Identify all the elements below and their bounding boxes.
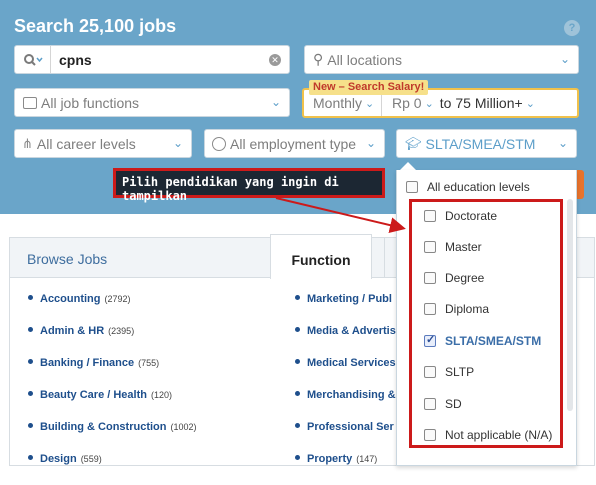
graduation-cap-icon: 🎓︎: [405, 135, 422, 151]
job-count: (559): [80, 454, 102, 464]
bullet-icon: [295, 423, 300, 428]
location-select[interactable]: ⚲ All locations ⌄: [304, 45, 579, 74]
list-item[interactable]: Admin & HR (2395): [28, 325, 197, 357]
job-count: (755): [138, 358, 160, 368]
function-link[interactable]: Admin & HR: [40, 325, 104, 337]
salary-from-label: Rp 0: [392, 95, 422, 111]
option-label: All education levels: [427, 180, 530, 194]
bullet-icon: [295, 327, 300, 332]
annotation-callout: Pilih pendidikan yang ingin di tampilkan: [113, 168, 385, 203]
function-link[interactable]: Building & Construction: [40, 421, 166, 433]
list-item[interactable]: Medical Services: [295, 357, 400, 389]
list-item[interactable]: Merchandising &: [295, 389, 400, 421]
annotation-highlight-box: [409, 199, 563, 448]
list-item[interactable]: Media & Advertis: [295, 325, 400, 357]
function-link[interactable]: Professional Ser: [307, 421, 394, 433]
job-count: (120): [150, 390, 172, 400]
function-link[interactable]: Accounting: [40, 293, 101, 305]
chevron-down-icon: ⌄: [365, 97, 375, 110]
career-level-placeholder: All career levels: [36, 135, 136, 152]
clear-icon[interactable]: ✕: [269, 54, 281, 66]
tab-function[interactable]: Function: [270, 234, 372, 279]
job-function-placeholder: All job functions: [41, 94, 140, 111]
bullet-icon: [295, 359, 300, 364]
chevron-down-icon: ⌄: [365, 136, 376, 150]
all-education-option[interactable]: All education levels: [406, 180, 530, 194]
clock-icon: [212, 136, 226, 151]
bullet-icon: [295, 295, 300, 300]
function-link[interactable]: Medical Services: [307, 357, 396, 369]
help-icon[interactable]: ?: [564, 20, 580, 36]
checkbox[interactable]: [406, 181, 418, 193]
list-item[interactable]: Accounting (2792): [28, 293, 197, 325]
new-salary-badge: New – Search Salary!: [309, 80, 429, 95]
dropdown-scrollbar[interactable]: [567, 199, 573, 411]
function-link[interactable]: Marketing / Publ: [307, 293, 392, 305]
browse-jobs-title: Browse Jobs: [27, 251, 108, 267]
search-icon[interactable]: [15, 46, 51, 73]
dropdown-caret: [400, 162, 416, 170]
salary-period-label: Monthly: [313, 95, 363, 111]
chevron-down-icon: ⌄: [557, 136, 568, 150]
chevron-down-icon: ⌄: [424, 97, 434, 110]
bullet-icon: [295, 455, 300, 460]
chevron-down-icon: ⌄: [172, 136, 183, 150]
list-item[interactable]: Marketing / Publ: [295, 293, 400, 325]
function-link[interactable]: Design: [40, 453, 77, 465]
bullet-icon: [295, 391, 300, 396]
education-level-select[interactable]: 🎓︎ SLTA/SMEA/STM ⌄: [396, 129, 577, 158]
employment-type-select[interactable]: All employment type ⌄: [204, 129, 385, 158]
career-level-select[interactable]: ⋔ All career levels ⌄: [14, 129, 192, 158]
job-count: (2395): [108, 326, 135, 336]
keyword-search-field[interactable]: cpns ✕: [14, 45, 290, 74]
function-list-right: Marketing / Publ Media & Advertis Medica…: [295, 293, 400, 485]
list-item[interactable]: Beauty Care / Health (120): [28, 389, 197, 421]
bullet-icon: [28, 455, 33, 460]
salary-to-select[interactable]: to 75 Million+ ⌄: [440, 90, 535, 116]
education-selected-label: SLTA/SMEA/STM: [425, 135, 536, 152]
list-icon: [23, 96, 37, 109]
employment-type-placeholder: All employment type: [230, 135, 357, 152]
list-item[interactable]: Building & Construction (1002): [28, 421, 197, 453]
function-link[interactable]: Media & Advertis: [307, 325, 396, 337]
function-link[interactable]: Merchandising &: [307, 389, 396, 401]
list-item[interactable]: Professional Ser: [295, 421, 400, 453]
hierarchy-icon: ⋔: [22, 135, 33, 151]
chevron-down-icon: ⌄: [270, 95, 281, 109]
location-pin-icon: ⚲: [313, 51, 324, 67]
bullet-icon: [28, 359, 33, 364]
keyword-input[interactable]: cpns: [59, 52, 92, 68]
bullet-icon: [28, 391, 33, 396]
job-count: (1002): [170, 422, 197, 432]
function-link[interactable]: Banking / Finance: [40, 357, 134, 369]
search-title: Search 25,100 jobs: [14, 16, 177, 36]
job-count: (147): [356, 454, 378, 464]
function-link[interactable]: Property: [307, 453, 352, 465]
function-list-left: Accounting (2792) Admin & HR (2395) Bankin…: [28, 293, 197, 485]
location-placeholder: All locations: [327, 51, 402, 68]
list-item[interactable]: Banking / Finance (755): [28, 357, 197, 389]
bullet-icon: [28, 327, 33, 332]
list-item[interactable]: Design (559): [28, 453, 197, 485]
bullet-icon: [28, 295, 33, 300]
chevron-down-icon: ⌄: [525, 97, 535, 110]
job-function-select[interactable]: All job functions ⌄: [14, 88, 290, 117]
chevron-down-icon: ⌄: [559, 52, 570, 66]
list-item[interactable]: Property (147): [295, 453, 400, 485]
job-count: (2792): [104, 294, 131, 304]
salary-to-label: to 75 Million+: [439, 95, 523, 111]
function-link[interactable]: Beauty Care / Health: [40, 389, 147, 401]
bullet-icon: [28, 423, 33, 428]
